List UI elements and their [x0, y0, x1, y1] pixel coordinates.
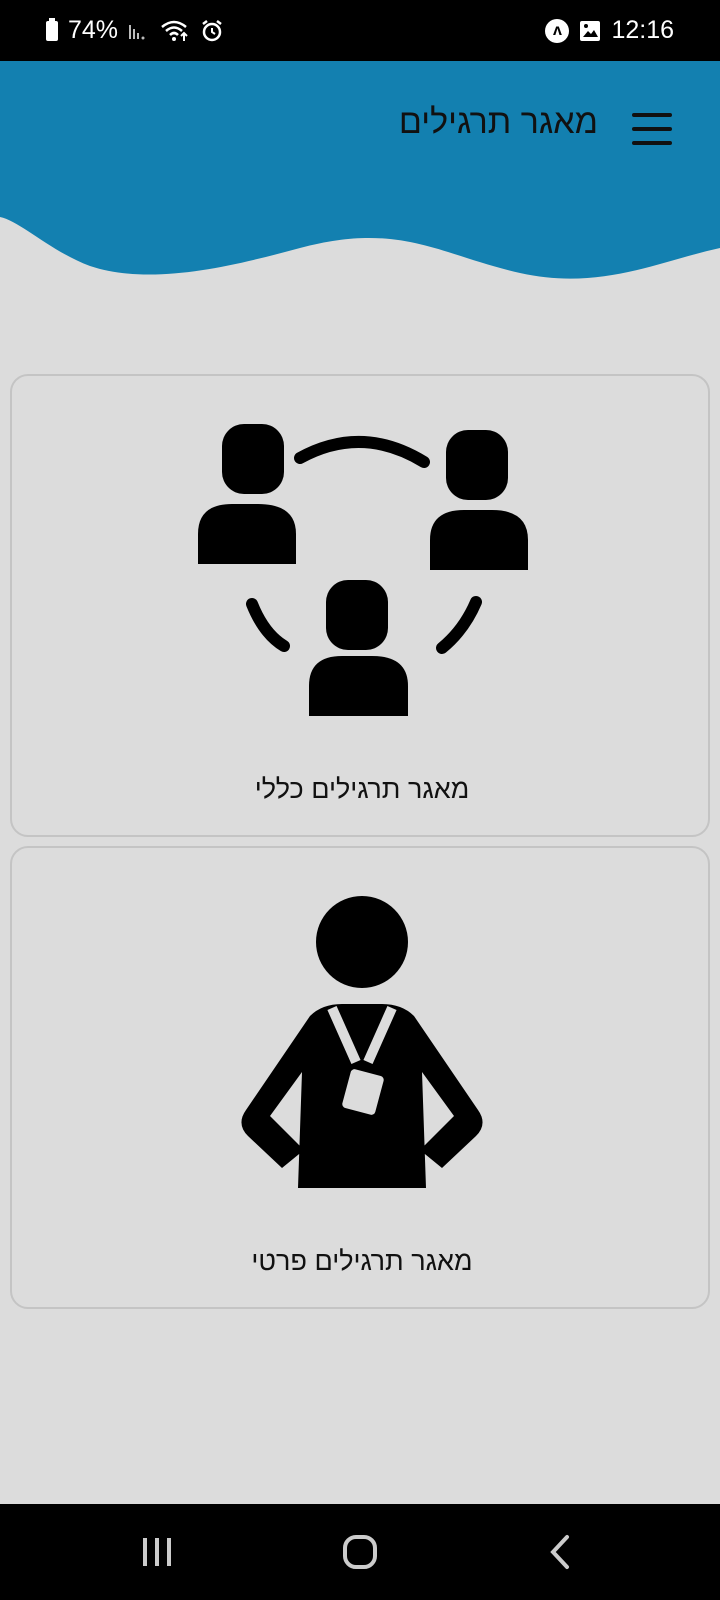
status-left: 74%	[46, 16, 224, 45]
app-screen: 74% ʌ 12:16 מאגר תרגילים מאגר תרגילים כל…	[0, 0, 720, 1600]
recent-apps-button[interactable]	[97, 1504, 217, 1600]
general-exercise-bank-label: מאגר תרגילים כללי	[254, 774, 470, 804]
clock: 12:16	[611, 16, 674, 44]
person-with-badge-icon	[12, 896, 712, 1196]
battery-icon	[46, 17, 58, 41]
hamburger-icon	[632, 113, 672, 117]
home-button[interactable]	[300, 1504, 420, 1600]
general-exercise-bank-card[interactable]: מאגר תרגילים כללי	[10, 374, 710, 837]
home-icon	[343, 1535, 377, 1569]
gallery-icon	[579, 20, 601, 42]
battery-percent: 74%	[68, 16, 119, 44]
private-exercise-bank-card[interactable]: מאגר תרגילים פרטי	[10, 846, 710, 1309]
back-icon	[550, 1535, 569, 1569]
menu-button[interactable]	[632, 113, 672, 145]
back-button[interactable]	[500, 1504, 620, 1600]
app-notification-icon: ʌ	[545, 18, 570, 43]
hamburger-line	[632, 127, 672, 131]
header-wave	[0, 61, 720, 279]
wifi-icon	[160, 19, 190, 43]
private-exercise-bank-label: מאגר תרגילים פרטי	[251, 1246, 473, 1276]
status-bar: 74% ʌ 12:16	[0, 0, 720, 61]
page-title: מאגר תרגילים	[398, 103, 598, 141]
app-header: מאגר תרגילים	[0, 61, 720, 291]
group-network-icon	[12, 424, 712, 724]
system-nav-bar	[0, 1504, 720, 1600]
alarm-icon	[200, 19, 224, 43]
status-right: ʌ 12:16	[545, 16, 674, 45]
recent-apps-icon	[143, 1538, 171, 1566]
hamburger-line	[632, 141, 672, 145]
signal-icon	[128, 21, 150, 41]
